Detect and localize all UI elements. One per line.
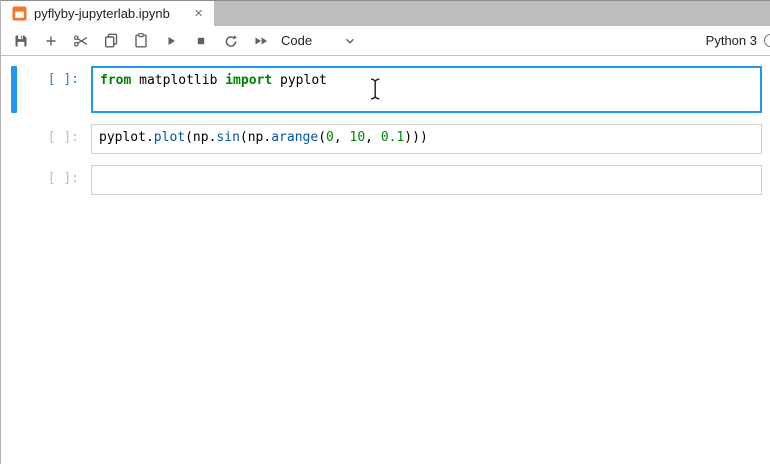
input-prompt: [ ]: [47, 72, 79, 87]
cut-icon [73, 34, 87, 47]
cut-cells-button[interactable] [66, 27, 96, 55]
cell-type-dropdown[interactable]: Code [281, 33, 358, 49]
copy-cells-button[interactable] [96, 27, 126, 55]
code-cell: [ ]: pyplot.plot(np.sin(np.arange(0, 10,… [1, 124, 770, 154]
restart-kernel-button[interactable] [216, 27, 246, 55]
paste-cells-button[interactable] [126, 27, 156, 55]
input-prompt: [ ]: [47, 171, 79, 186]
fast-forward-icon [255, 37, 267, 44]
save-icon [15, 35, 27, 46]
tab-notebook[interactable]: pyflyby-jupyterlab.ipynb × [1, 1, 215, 26]
notebook-icon [12, 6, 27, 21]
run-icon [168, 36, 175, 45]
save-button[interactable] [6, 27, 36, 55]
tab-title: pyflyby-jupyterlab.ipynb [34, 6, 170, 21]
run-all-button[interactable] [246, 27, 276, 55]
input-prompt: [ ]: [47, 130, 79, 145]
kernel-status-icon [764, 34, 770, 47]
notebook-panel: [ ]: from matplotlib import pyplot [ ]: … [1, 56, 770, 195]
interrupt-kernel-button[interactable] [186, 27, 216, 55]
code-cell: [ ]: from matplotlib import pyplot [1, 66, 770, 113]
tab-bar: pyflyby-jupyterlab.ipynb × [1, 1, 770, 26]
close-icon[interactable]: × [193, 6, 204, 21]
insert-cell-button[interactable] [36, 27, 66, 55]
code-editor[interactable]: from matplotlib import pyplot [91, 66, 762, 113]
code-editor[interactable] [91, 165, 762, 195]
restart-icon [225, 34, 237, 47]
copy-icon [105, 33, 118, 48]
code-cell: [ ]: [1, 165, 770, 195]
code-editor[interactable]: pyplot.plot(np.sin(np.arange(0, 10, 0.1)… [91, 124, 762, 154]
kernel-name[interactable]: Python 3 [706, 33, 757, 48]
notebook-toolbar: Code Python 3 [1, 26, 770, 56]
run-cell-button[interactable] [156, 27, 186, 55]
plus-icon [46, 36, 56, 45]
cell-type-value: Code [281, 33, 313, 48]
paste-icon [135, 33, 147, 48]
stop-icon [197, 37, 205, 44]
chevron-down-icon [346, 38, 355, 44]
